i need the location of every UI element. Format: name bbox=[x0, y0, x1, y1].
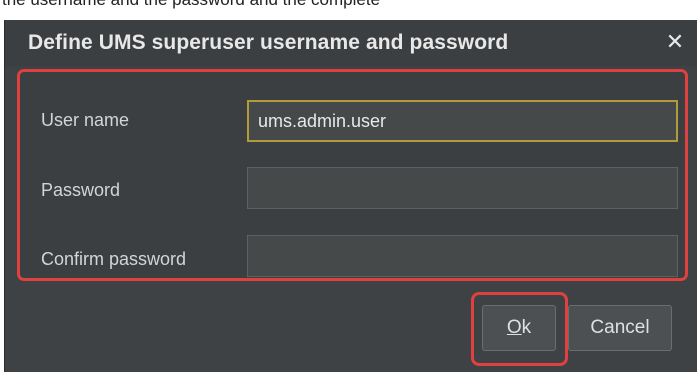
page: the username and the password and the co… bbox=[0, 0, 697, 372]
confirm-password-label: Confirm password bbox=[41, 249, 187, 269]
ok-mnemonic: O bbox=[506, 317, 522, 338]
ok-label-rest: k bbox=[521, 317, 532, 338]
background-text: the username and the password and the co… bbox=[0, 0, 697, 11]
username-label: User name bbox=[41, 110, 130, 130]
cancel-button[interactable]: Cancel bbox=[568, 305, 672, 351]
password-label: Password bbox=[41, 180, 121, 200]
superuser-dialog: Define UMS superuser username and passwo… bbox=[4, 20, 697, 372]
ok-button[interactable]: Ok bbox=[482, 305, 556, 351]
username-field[interactable] bbox=[247, 100, 678, 142]
dialog-titlebar: Define UMS superuser username and passwo… bbox=[5, 20, 697, 66]
credentials-form: User name Password Confirm password bbox=[17, 69, 688, 281]
dialog-title: Define UMS superuser username and passwo… bbox=[28, 31, 509, 54]
dialog-buttons: Ok Cancel bbox=[5, 282, 697, 372]
confirm-password-field[interactable] bbox=[247, 235, 678, 277]
close-icon[interactable]: ✕ bbox=[662, 29, 688, 55]
password-field[interactable] bbox=[247, 167, 678, 209]
